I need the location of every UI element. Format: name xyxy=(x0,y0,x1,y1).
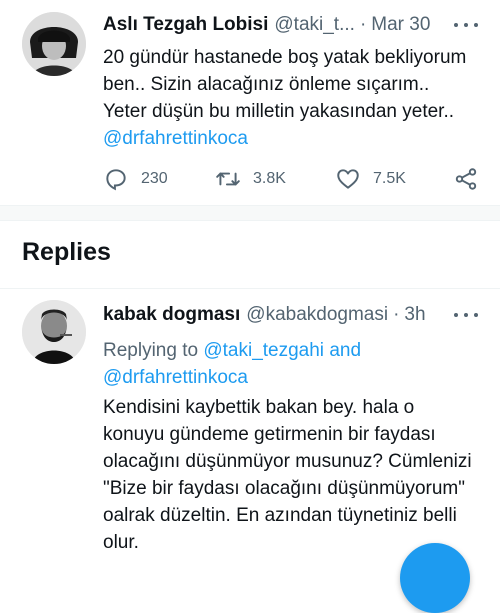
reply-text-line: oalrak düzeltin. En azından tüynetiniz b… xyxy=(103,505,457,526)
tweet-text-line: ben.. Sizin alacağınız önleme sıçarım.. xyxy=(103,74,430,95)
mention-link[interactable]: @drfahrettinkoca xyxy=(103,364,488,391)
avatar[interactable] xyxy=(22,300,86,364)
like-button[interactable]: 7.5K xyxy=(335,164,406,194)
reply-count: 230 xyxy=(141,170,168,187)
like-count: 7.5K xyxy=(373,170,406,187)
reply-text-line: konuyu gündeme getirmenin bir faydası xyxy=(103,424,436,445)
reply-text-line: Kendisini kaybettik bakan bey. hala o xyxy=(103,397,415,418)
replying-and: and xyxy=(329,340,362,361)
original-tweet[interactable]: Aslı Tezgah Lobisi @taki_t... · Mar 30 2… xyxy=(0,0,500,205)
section-divider xyxy=(0,205,500,221)
heart-icon xyxy=(337,169,359,189)
author-name[interactable]: kabak dogması xyxy=(103,302,240,328)
replying-line: Replying to @taki_tezgahi and xyxy=(103,337,488,364)
timestamp[interactable]: Mar 30 xyxy=(371,12,430,38)
reply-header: kabak dogması @kabakdogmasi · 3h xyxy=(103,302,426,328)
reply-button[interactable]: 230 xyxy=(103,164,168,194)
tweet-text: 20 gündür hastanede boş yatak bekliyorum… xyxy=(103,44,488,152)
tweet-text-line: 20 gündür hastanede boş yatak bekliyorum xyxy=(103,47,467,68)
replies-heading: Replies xyxy=(22,238,111,266)
tweet-text-line: Yeter düşün bu milletin yakasından yeter… xyxy=(103,101,455,122)
retweet-icon xyxy=(216,172,240,186)
more-icon[interactable] xyxy=(454,15,478,35)
replying-to: Replying to @taki_tezgahi and @drfahrett… xyxy=(103,337,488,391)
reply-icon xyxy=(106,169,126,191)
compose-button[interactable] xyxy=(400,543,470,613)
author-name[interactable]: Aslı Tezgah Lobisi xyxy=(103,12,268,38)
reply-text-line: "Bize bir faydası olacağını düşünmüyorum… xyxy=(103,478,466,499)
avatar[interactable] xyxy=(22,12,86,76)
share-button[interactable] xyxy=(453,164,491,194)
share-icon xyxy=(455,168,477,190)
replying-prefix: Replying to xyxy=(103,340,199,361)
mention-link[interactable]: @taki_tezgahi xyxy=(203,340,324,361)
mention-link[interactable]: @drfahrettinkoca xyxy=(103,125,488,152)
tweet-header: Aslı Tezgah Lobisi @taki_t... · Mar 30 xyxy=(103,12,430,38)
author-handle[interactable]: @kabakdogmasi xyxy=(246,302,388,328)
retweet-count: 3.8K xyxy=(253,170,286,187)
reply-text: Kendisini kaybettik bakan bey. hala o ko… xyxy=(103,394,488,556)
separator: · xyxy=(393,304,400,325)
separator: · xyxy=(359,14,367,35)
author-handle[interactable]: @taki_t... xyxy=(274,12,355,38)
divider xyxy=(0,288,500,289)
reply-text-line: olacağını düşünmüyor musunuz? Cümlenizi xyxy=(103,451,472,472)
tweet-actions: 230 3.8K 7.5K xyxy=(103,164,483,194)
timestamp[interactable]: 3h xyxy=(404,302,425,328)
more-icon[interactable] xyxy=(454,305,478,325)
retweet-button[interactable]: 3.8K xyxy=(215,164,286,194)
